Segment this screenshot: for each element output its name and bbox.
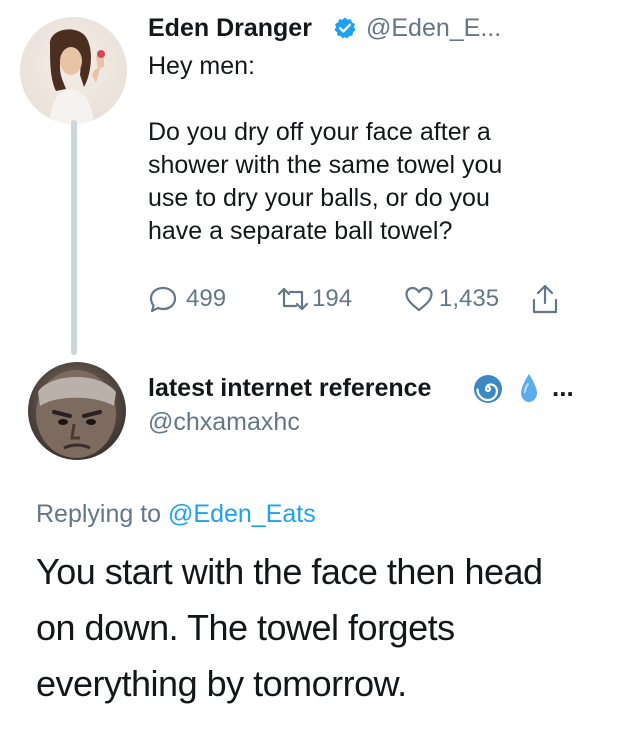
like-button[interactable]: 1,435	[403, 282, 499, 316]
tweet-body-line: use to dry your balls, or do you	[148, 184, 490, 212]
thread-connector-line	[71, 120, 77, 355]
reply-body-line: You start with the face then head	[36, 551, 543, 592]
reply-tweet-body: You start with the face then head on dow…	[36, 544, 616, 712]
reply-icon	[149, 286, 177, 313]
avatar-portrait-icon	[49, 29, 105, 124]
replying-to-handle-link[interactable]: @Eden_Eats	[168, 500, 316, 528]
replying-to-label: Replying to	[36, 500, 162, 528]
author-handle[interactable]: @Eden_E...	[366, 14, 501, 43]
reply-count: 499	[186, 285, 227, 312]
author-name[interactable]: latest internet reference	[148, 374, 431, 403]
share-button[interactable]	[530, 282, 560, 316]
reply-body-line: on down. The towel forgets	[36, 607, 455, 648]
avatar-eden-dranger[interactable]	[20, 17, 127, 124]
reply-button[interactable]: 499	[148, 282, 226, 316]
avatar-face-icon	[36, 370, 116, 458]
tweet-body-line: Hey men:	[148, 52, 255, 80]
tweet-body-line: have a separate ball towel?	[148, 217, 453, 245]
retweet-count: 194	[312, 285, 353, 312]
replying-to-line: Replying to @Eden_Eats	[36, 500, 316, 529]
droplet-emoji-icon	[521, 374, 537, 402]
author-handle[interactable]: @chxamaxhc	[148, 408, 300, 437]
retweet-button[interactable]: 194	[276, 282, 352, 316]
like-icon	[405, 286, 433, 312]
avatar-latest-internet-reference[interactable]	[28, 362, 126, 460]
retweet-icon	[277, 287, 309, 311]
reply-body-line: everything by tomorrow.	[36, 663, 407, 704]
share-icon	[532, 284, 558, 314]
cyclone-emoji-icon	[474, 375, 502, 403]
like-count: 1,435	[439, 285, 500, 312]
more-options-button[interactable]: ...	[552, 372, 574, 403]
verified-badge-icon	[334, 17, 356, 39]
tweet-body-line: Do you dry off your face after a	[148, 118, 491, 146]
tweet-body: Hey men: Do you dry off your face after …	[148, 50, 608, 248]
author-name[interactable]: Eden Dranger	[148, 14, 312, 43]
tweet-body-line: shower with the same towel you	[148, 151, 503, 179]
